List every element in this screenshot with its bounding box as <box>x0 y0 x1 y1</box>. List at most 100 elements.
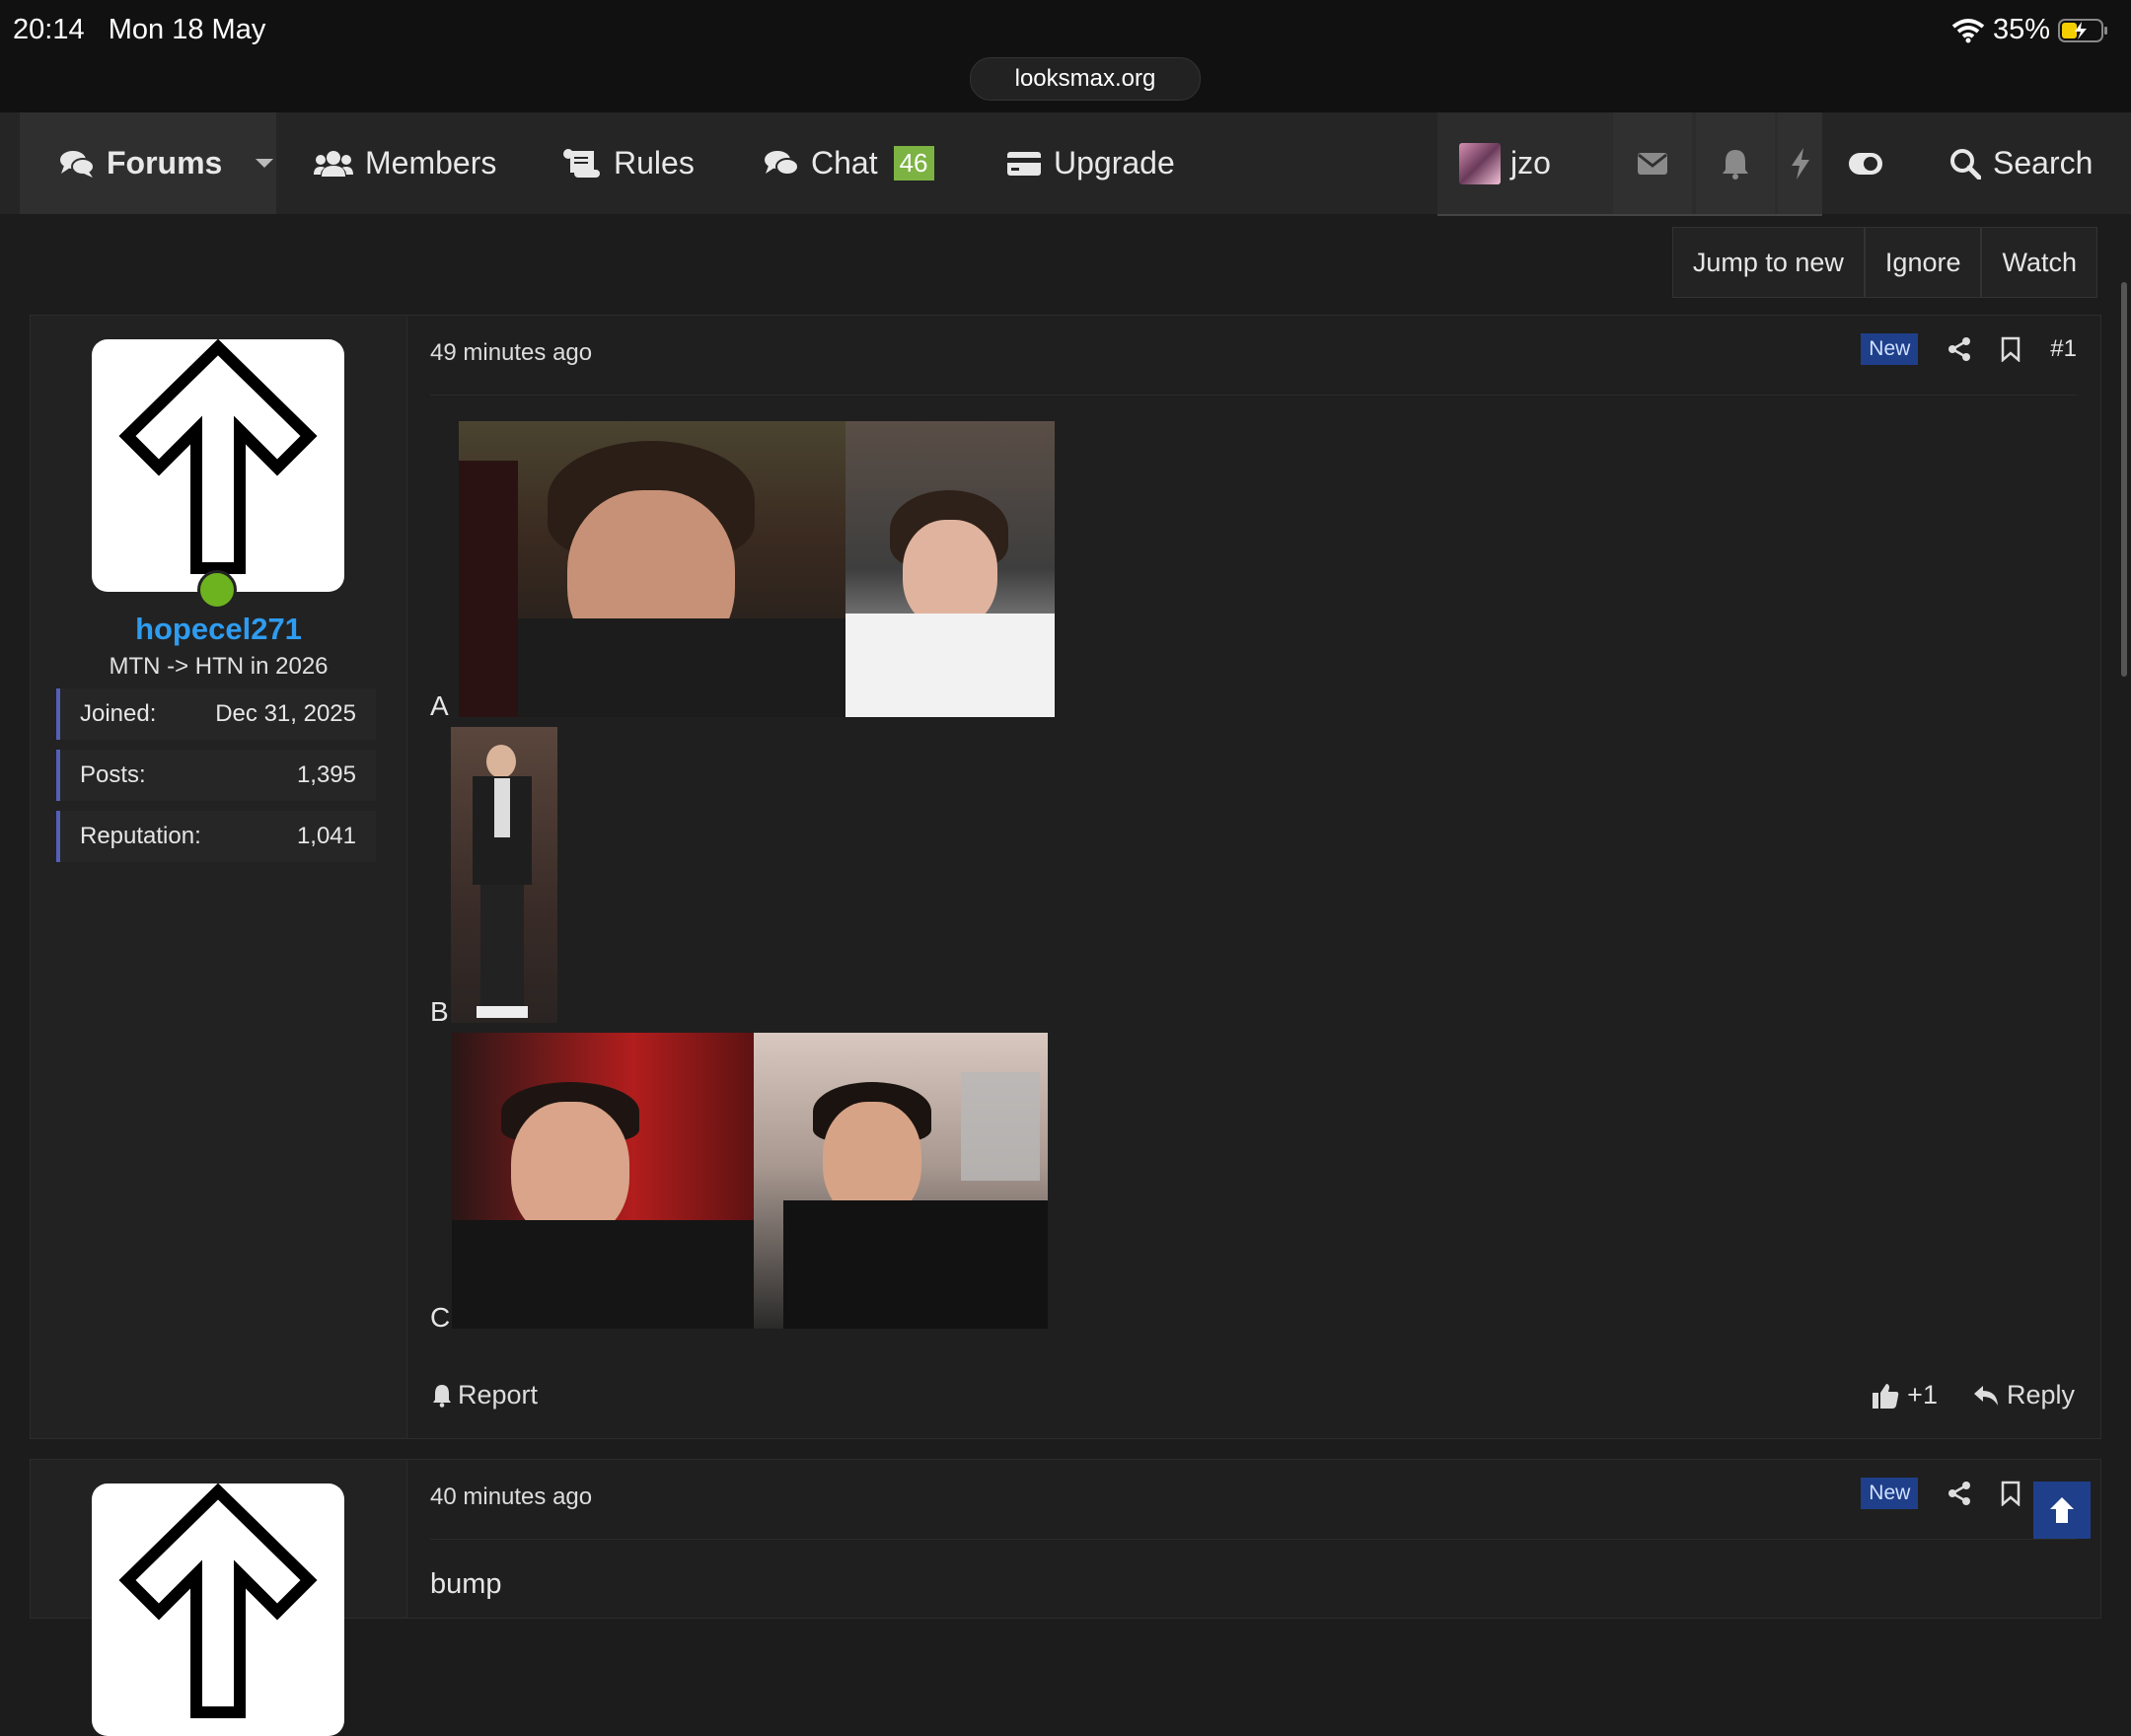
comments-icon <box>60 150 95 178</box>
envelope-icon <box>1638 152 1667 175</box>
battery-icon <box>2058 18 2107 42</box>
jump-to-new-button[interactable]: Jump to new <box>1671 227 1865 298</box>
post-time[interactable]: 40 minutes ago <box>430 1483 592 1511</box>
photo-c-right[interactable] <box>754 1033 1048 1329</box>
nav-forums-label: Forums <box>107 145 223 181</box>
shoes-shape <box>477 1006 528 1018</box>
account-username: jzo <box>1510 145 1551 181</box>
divider <box>430 1539 2077 1540</box>
report-button[interactable]: Report <box>432 1380 538 1410</box>
credit-card-icon <box>1007 151 1041 176</box>
stat-label: Posts: <box>80 761 146 788</box>
post-text: bump <box>430 1568 502 1600</box>
main-navigation: Forums Members Rules Chat 46 Upgrade jzo… <box>0 112 2131 216</box>
jump-label: Jump to new <box>1692 247 1844 277</box>
stat-value: 1,041 <box>296 823 356 849</box>
shirt-shape <box>783 1200 1048 1329</box>
status-time: 20:14 Mon 18 May <box>13 14 265 46</box>
new-badge: New <box>1861 1478 1919 1509</box>
nav-rules-label: Rules <box>614 145 695 181</box>
share-icon[interactable] <box>1947 1481 1971 1506</box>
photo-b[interactable] <box>451 727 557 1023</box>
url-bar[interactable]: looksmax.org <box>970 57 1201 101</box>
scroll-to-top-button[interactable] <box>2033 1482 2091 1539</box>
nav-members[interactable]: Members <box>314 112 496 214</box>
nav-upgrade[interactable]: Upgrade <box>1006 112 1175 214</box>
stat-joined: Joined: Dec 31, 2025 <box>56 688 376 740</box>
nav-search-label: Search <box>1993 145 2094 181</box>
thumbs-up-icon <box>1873 1383 1899 1409</box>
ignore-label: Ignore <box>1884 247 1961 277</box>
bolt-icon <box>1791 147 1809 180</box>
face-shape <box>486 745 516 778</box>
bell-icon <box>1723 149 1748 180</box>
thread-toolbar: Jump to new Ignore Watch <box>1671 227 2097 298</box>
photo-a-left[interactable] <box>459 421 845 717</box>
trousers-shape <box>480 885 524 1013</box>
photo-c-left[interactable] <box>452 1033 754 1329</box>
comments-icon <box>765 150 799 176</box>
search-icon <box>1950 148 1981 180</box>
avatar[interactable] <box>92 339 344 592</box>
nav-chat-label: Chat <box>811 145 878 181</box>
post-user-pane <box>31 1460 407 1736</box>
user-nav-group: jzo <box>1437 112 1822 216</box>
bookmark-icon[interactable] <box>2001 1481 2021 1506</box>
nav-forums[interactable]: Forums <box>20 112 276 214</box>
chevron-down-icon[interactable] <box>254 157 275 171</box>
scroll-icon <box>563 148 600 178</box>
status-bar: 20:14 Mon 18 May 35% looksmax.org <box>0 0 2131 112</box>
share-icon[interactable] <box>1947 336 1971 362</box>
nav-chat[interactable]: Chat 46 <box>764 112 934 214</box>
photo-a-right[interactable] <box>845 421 1055 717</box>
chair-shape <box>459 461 518 717</box>
user-title: MTN -> HTN in 2026 <box>109 653 329 680</box>
whats-new-button[interactable] <box>1778 112 1822 214</box>
like-count: +1 <box>1907 1380 1938 1410</box>
nav-search[interactable]: Search <box>1949 112 2093 214</box>
stat-value: Dec 31, 2025 <box>215 700 356 727</box>
message-body: 40 minutes ago New #2 bump <box>416 1460 2077 1618</box>
arrow-up-icon <box>118 1483 318 1718</box>
stat-value: 1,395 <box>296 761 356 788</box>
bookmark-icon[interactable] <box>2001 336 2021 362</box>
chat-count-badge: 46 <box>893 146 934 181</box>
arrow-up-icon <box>118 339 318 574</box>
face-shape <box>511 1102 629 1240</box>
reply-label: Reply <box>2006 1380 2075 1410</box>
post-actions-bottom: +1 Reply <box>1872 1380 2075 1410</box>
bell-icon <box>433 1384 451 1408</box>
wifi-icon <box>1951 18 1985 42</box>
alerts-button[interactable] <box>1696 112 1775 214</box>
post-number[interactable]: #1 <box>2050 335 2077 363</box>
watch-button[interactable]: Watch <box>1981 227 2097 298</box>
stat-reputation: Reputation: 1,041 <box>56 811 376 862</box>
stat-label: Joined: <box>80 700 157 727</box>
arrow-up-icon <box>2050 1497 2074 1523</box>
shirt-shape <box>845 614 1055 717</box>
post-actions-top: New #1 <box>1861 333 2077 365</box>
avatar <box>1459 142 1501 184</box>
stat-posts: Posts: 1,395 <box>56 750 376 801</box>
reply-icon <box>1973 1385 1998 1406</box>
online-indicator <box>197 570 237 610</box>
pointer-arrow <box>416 371 430 398</box>
users-icon <box>314 150 353 177</box>
scrollbar-thumb[interactable] <box>2121 282 2127 677</box>
reply-button[interactable]: Reply <box>1973 1380 2075 1410</box>
like-button[interactable]: +1 <box>1872 1380 1938 1410</box>
image-label-b: B <box>430 996 449 1027</box>
stat-label: Reputation: <box>80 823 201 849</box>
avatar[interactable] <box>92 1483 344 1736</box>
style-toggle-button[interactable] <box>1826 112 1905 214</box>
shirt-shape <box>494 778 510 837</box>
nav-rules[interactable]: Rules <box>562 112 695 214</box>
username[interactable]: hopecel271 <box>31 612 406 647</box>
image-label-c: C <box>430 1302 451 1333</box>
new-badge: New <box>1861 333 1919 365</box>
inbox-button[interactable] <box>1613 112 1692 214</box>
post-time[interactable]: 49 minutes ago <box>430 339 592 367</box>
shirt-shape <box>452 1220 754 1329</box>
account-menu[interactable]: jzo <box>1459 112 1551 214</box>
ignore-button[interactable]: Ignore <box>1864 227 1982 298</box>
